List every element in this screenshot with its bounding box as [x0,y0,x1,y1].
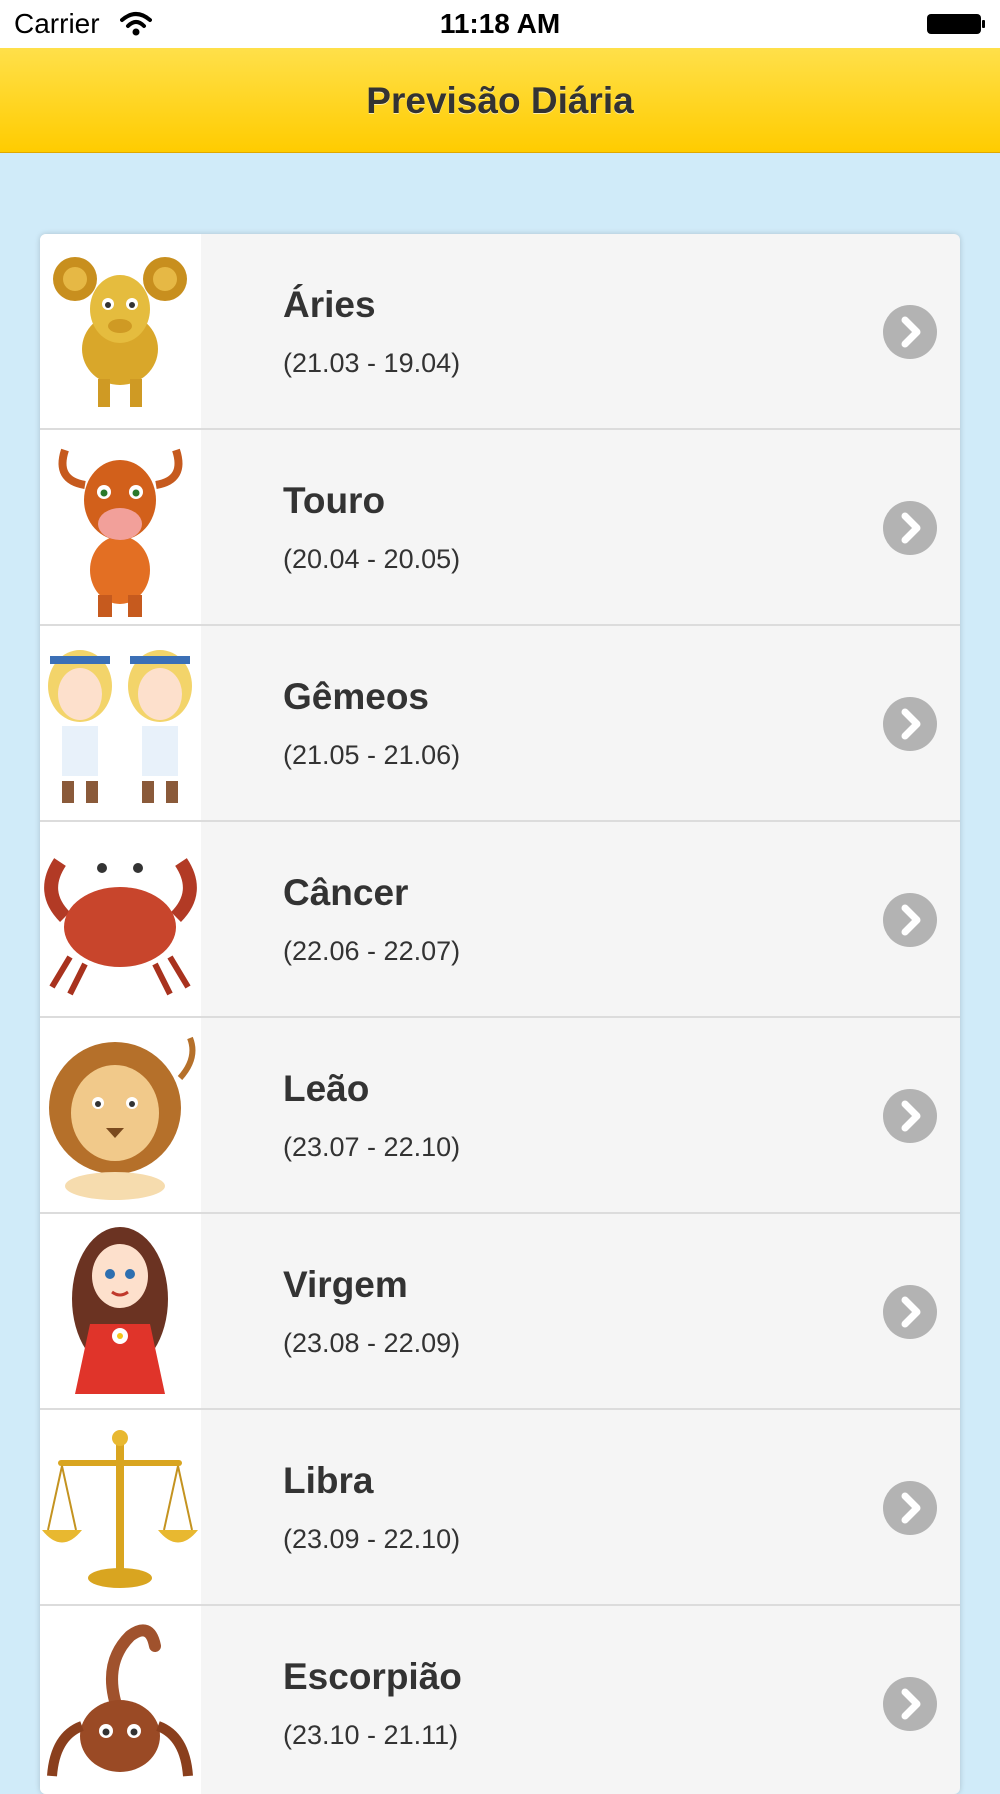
list-item-cancer[interactable]: Câncer (22.06 - 22.07) [40,822,960,1018]
chevron-right-icon[interactable] [883,697,937,751]
sign-name: Leão [283,1068,370,1109]
cancer-crab-icon [40,822,201,1016]
list-item-aries[interactable]: Áries (21.03 - 19.04) [40,234,960,430]
chevron-right-icon[interactable] [883,893,937,947]
sign-dates: (23.10 - 21.11) [283,1720,459,1750]
navigation-bar: Previsão Diária [0,48,1000,153]
chevron-right-icon[interactable] [883,1089,937,1143]
sign-dates: (20.04 - 20.05) [283,544,461,574]
chevron-right-icon[interactable] [883,1677,937,1731]
gemini-twins-icon [40,626,201,820]
sign-dates: (21.05 - 21.06) [283,740,461,770]
sign-name: Câncer [283,872,409,913]
sign-name: Áries [283,284,376,325]
clock: 11:18 AM [439,8,561,39]
sign-name: Touro [283,480,386,521]
sign-name: Escorpião [283,1656,462,1697]
battery-icon [927,14,985,34]
sign-dates: (23.07 - 22.10) [283,1132,461,1162]
list-item-scorpio[interactable]: Escorpião (23.10 - 21.11) [40,1606,960,1794]
sign-dates: (22.06 - 22.07) [283,936,461,966]
list-item-taurus[interactable]: Touro (20.04 - 20.05) [40,430,960,626]
list-item-gemini[interactable]: Gêmeos (21.05 - 21.06) [40,626,960,822]
chevron-right-icon[interactable] [883,305,937,359]
aries-ram-icon [40,234,201,428]
sign-dates: (23.08 - 22.09) [283,1328,461,1358]
list-item-libra[interactable]: Libra (23.09 - 22.10) [40,1410,960,1606]
sign-dates: (21.03 - 19.04) [283,348,461,378]
chevron-right-icon[interactable] [883,1285,937,1339]
scorpio-scorpion-icon [40,1606,201,1794]
page-title: Previsão Diária [366,80,634,121]
sign-name: Libra [283,1460,374,1501]
status-bar: Carrier 11:18 AM [0,0,1000,48]
taurus-bull-icon [40,430,201,624]
sign-name: Gêmeos [283,676,430,717]
sign-name: Virgem [283,1264,408,1305]
sign-dates: (23.09 - 22.10) [283,1524,461,1554]
virgo-girl-icon [40,1214,201,1408]
list-item-virgo[interactable]: Virgem (23.08 - 22.09) [40,1214,960,1410]
chevron-right-icon[interactable] [883,501,937,555]
chevron-right-icon[interactable] [883,1481,937,1535]
libra-scales-icon [40,1410,201,1604]
list-item-leo[interactable]: Leão (23.07 - 22.10) [40,1018,960,1214]
zodiac-list: Áries (21.03 - 19.04) Touro (20.04 - 20.… [40,234,960,1794]
leo-lion-icon [40,1018,201,1212]
